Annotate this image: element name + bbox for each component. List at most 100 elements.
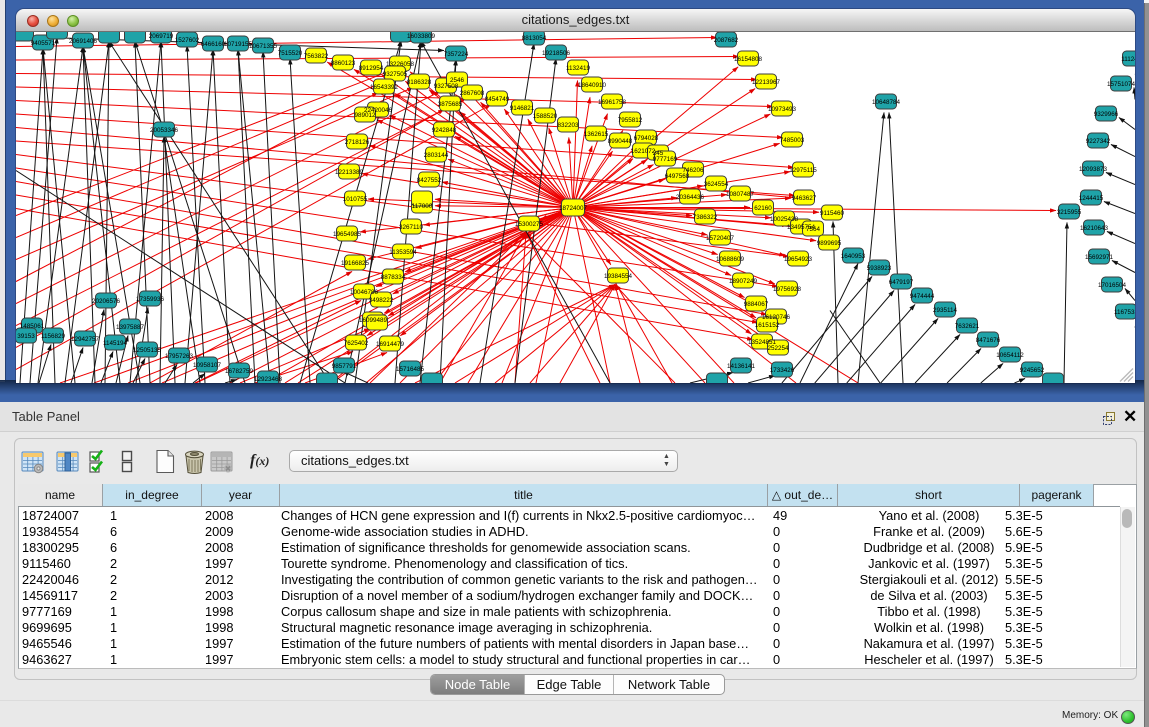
svg-text:1615152: 1615152 xyxy=(755,322,780,329)
svg-text:2803144: 2803144 xyxy=(424,152,449,159)
svg-text:10973493: 10973493 xyxy=(768,106,797,113)
svg-text:9857791: 9857791 xyxy=(332,363,357,370)
svg-text:15720407: 15720407 xyxy=(706,235,735,242)
svg-text:9327505: 9327505 xyxy=(383,71,408,78)
svg-text:832203: 832203 xyxy=(557,122,579,129)
svg-text:1485061: 1485061 xyxy=(20,323,45,330)
svg-text:3215955: 3215955 xyxy=(1057,209,1082,216)
svg-text:12975115: 12975115 xyxy=(789,167,817,174)
svg-text:16782759: 16782759 xyxy=(225,368,254,375)
svg-text:12505135: 12505135 xyxy=(133,347,162,354)
svg-text:3267110: 3267110 xyxy=(399,224,424,231)
svg-text:5938923: 5938923 xyxy=(867,265,892,272)
svg-text:8186328: 8186328 xyxy=(407,79,432,86)
svg-text:1244415: 1244415 xyxy=(1079,195,1104,202)
svg-text:16033809: 16033809 xyxy=(407,33,436,40)
svg-text:9146821: 9146821 xyxy=(510,105,535,112)
svg-text:13226058: 13226058 xyxy=(386,61,415,68)
svg-text:20364436: 20364436 xyxy=(676,194,705,201)
svg-text:9329966: 9329966 xyxy=(1094,111,1119,118)
svg-text:252254: 252254 xyxy=(767,345,789,352)
svg-text:117000: 117000 xyxy=(412,203,433,210)
svg-text:19218506: 19218506 xyxy=(542,50,571,57)
svg-text:39153: 39153 xyxy=(17,333,35,340)
svg-text:11353594: 11353594 xyxy=(389,249,417,256)
svg-text:8427552: 8427552 xyxy=(417,177,442,184)
svg-text:18907249: 18907249 xyxy=(729,278,758,285)
svg-text:19756928: 19756928 xyxy=(773,286,802,293)
svg-text:16543392: 16543392 xyxy=(370,84,399,91)
svg-text:16154808: 16154808 xyxy=(734,56,763,63)
svg-text:9463627: 9463627 xyxy=(792,195,817,202)
svg-text:15692971: 15692971 xyxy=(1085,254,1114,261)
svg-text:1145194: 1145194 xyxy=(103,340,128,347)
svg-text:12213967: 12213967 xyxy=(752,79,781,86)
svg-text:7564: 7564 xyxy=(806,226,821,233)
svg-text:20691406: 20691406 xyxy=(69,38,98,45)
svg-text:9327508: 9327508 xyxy=(434,83,459,90)
svg-text:7625402: 7625402 xyxy=(344,340,369,347)
svg-text:15300275: 15300275 xyxy=(515,221,544,228)
svg-text:16099489: 16099489 xyxy=(359,317,388,324)
svg-text:16961758: 16961758 xyxy=(598,99,627,106)
svg-text:18640910: 18640910 xyxy=(578,82,607,89)
svg-text:19654923: 19654923 xyxy=(784,256,813,263)
svg-text:9777169: 9777169 xyxy=(653,156,678,163)
svg-text:18724007: 18724007 xyxy=(559,205,588,212)
svg-text:8912954: 8912954 xyxy=(359,65,384,72)
svg-text:8454749: 8454749 xyxy=(485,96,510,103)
svg-text:2867608: 2867608 xyxy=(460,90,485,97)
svg-text:1640953: 1640953 xyxy=(841,253,866,260)
svg-text:1010755: 1010755 xyxy=(343,196,368,203)
svg-text:15716485: 15716485 xyxy=(396,366,425,373)
svg-text:12923468: 12923468 xyxy=(254,376,283,383)
svg-text:6497568: 6497568 xyxy=(665,173,690,180)
svg-text:7386322: 7386322 xyxy=(693,214,718,221)
svg-text:9884067: 9884067 xyxy=(744,301,769,308)
svg-text:7515520: 7515520 xyxy=(278,50,303,57)
svg-text:9242848: 9242848 xyxy=(432,127,457,134)
svg-text:9405571: 9405571 xyxy=(31,40,56,47)
svg-text:1733426: 1733426 xyxy=(770,367,795,374)
svg-text:1362615: 1362615 xyxy=(584,131,609,138)
svg-text:16210643: 16210643 xyxy=(1080,225,1109,232)
svg-text:10025438: 10025438 xyxy=(770,216,799,223)
svg-text:8471676: 8471676 xyxy=(976,337,1001,344)
svg-text:20053346: 20053346 xyxy=(150,127,179,134)
svg-text:16120746: 16120746 xyxy=(762,314,791,321)
svg-text:10671355: 10671355 xyxy=(249,43,278,50)
svg-text:19384554: 19384554 xyxy=(604,273,633,280)
svg-text:3875685: 3875685 xyxy=(438,101,463,108)
svg-text:8990448: 8990448 xyxy=(608,138,633,145)
svg-text:9227342: 9227342 xyxy=(1086,138,1111,145)
svg-text:1588520: 1588520 xyxy=(533,113,558,120)
svg-text:9899695: 9899695 xyxy=(817,240,842,247)
svg-text:17957263: 17957263 xyxy=(165,353,194,360)
svg-text:8813054: 8813054 xyxy=(522,35,547,42)
svg-text:13975887: 13975887 xyxy=(116,324,145,331)
svg-text:15751074: 15751074 xyxy=(1107,81,1135,88)
svg-text:1156829: 1156829 xyxy=(41,333,66,340)
svg-text:19166825: 19166825 xyxy=(341,260,370,267)
svg-text:14136141: 14136141 xyxy=(727,363,756,370)
svg-text:2546: 2546 xyxy=(450,77,465,84)
svg-text:9115460: 9115460 xyxy=(820,210,845,217)
svg-text:2069719: 2069719 xyxy=(149,33,174,40)
svg-text:2718126: 2718126 xyxy=(345,139,370,146)
svg-text:1167533: 1167533 xyxy=(1114,309,1135,316)
svg-text:9245652: 9245652 xyxy=(1020,367,1045,374)
svg-text:10648784: 10648784 xyxy=(872,99,901,106)
svg-text:7563822: 7563822 xyxy=(304,53,329,60)
svg-text:1112485: 1112485 xyxy=(1121,56,1135,63)
svg-text:7632621: 7632621 xyxy=(955,323,980,330)
svg-text:7485003: 7485003 xyxy=(780,137,805,144)
svg-text:20206576: 20206576 xyxy=(92,298,121,305)
svg-text:989012: 989012 xyxy=(354,112,376,119)
svg-text:12093873: 12093873 xyxy=(1079,166,1108,173)
svg-text:12213389: 12213389 xyxy=(335,169,364,176)
svg-text:6794028: 6794028 xyxy=(634,135,659,142)
svg-text:7955812: 7955812 xyxy=(618,117,643,124)
svg-text:6466160: 6466160 xyxy=(201,41,226,48)
svg-text:3624554: 3624554 xyxy=(704,181,729,188)
svg-text:10046786: 10046786 xyxy=(350,289,379,296)
